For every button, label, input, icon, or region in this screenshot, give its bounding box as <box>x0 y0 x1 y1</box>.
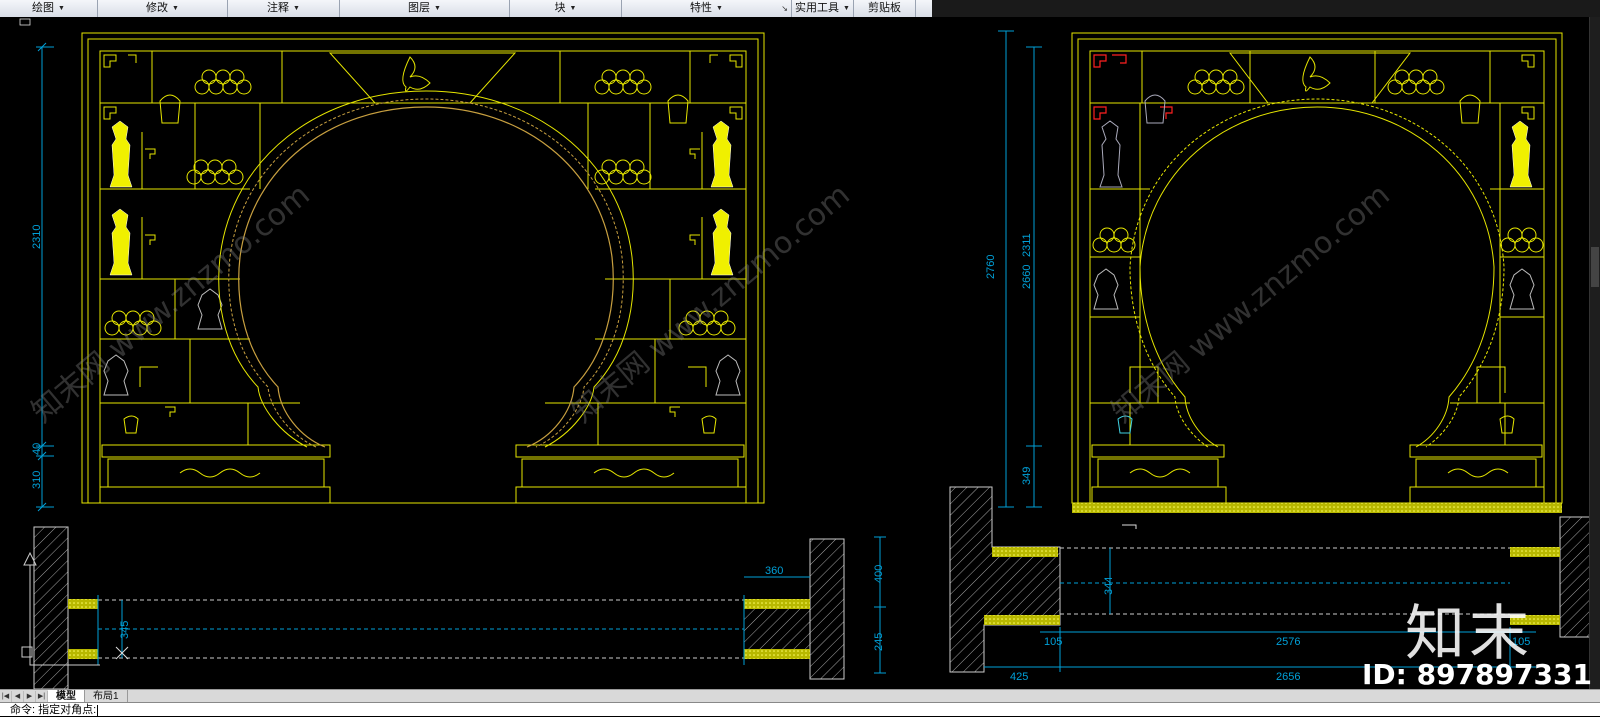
dim-label-344: 344 <box>1103 577 1115 595</box>
chevron-down-icon: ▼ <box>434 5 441 12</box>
dim-label-2760: 2760 <box>985 255 997 279</box>
tab-label: 修改 <box>146 2 169 14</box>
chevron-down-icon: ▼ <box>58 5 65 12</box>
tab-label: 注释 <box>267 2 290 14</box>
floor-fill-strip <box>1072 503 1562 513</box>
chevron-down-icon: ▼ <box>843 5 850 12</box>
viewport-marker <box>19 18 31 26</box>
dim-label-310: 310 <box>31 471 43 489</box>
vertical-scrollbar[interactable] <box>1589 17 1600 689</box>
command-line[interactable]: 命令: 指定对角点: <box>0 702 1600 716</box>
last-tab-icon[interactable]: ▶| <box>36 691 48 702</box>
ribbon-panel-strip: 绘图 ▼ 修改 ▼ 注释 ▼ 图层 ▼ 块 ▼ 特性 ▼ ↘ 实用工具 ▼ 剪贴板 <box>0 0 932 17</box>
dim-label-345: 345 <box>119 621 131 639</box>
tab-label: 特性 <box>690 2 713 14</box>
chevron-down-icon: ▼ <box>172 5 179 12</box>
small-marker <box>1122 524 1137 529</box>
first-tab-icon[interactable]: |◀ <box>0 691 12 702</box>
ribbon-tab-block[interactable]: 块 ▼ <box>510 0 622 17</box>
tab-label: 剪贴板 <box>868 2 901 14</box>
chevron-down-icon: ▼ <box>716 5 723 12</box>
ribbon-tab-utilities[interactable]: 实用工具 ▼ <box>792 0 854 17</box>
right-dimensions <box>998 30 1042 508</box>
dim-label-400: 400 <box>873 565 885 583</box>
cad-drawing[interactable]: 2310 40 310 2760 2660 2311 349 360 345 4… <box>0 17 1600 689</box>
text-cursor <box>97 704 99 716</box>
tab-label: 绘图 <box>32 2 55 14</box>
drawing-canvas[interactable]: 2310 40 310 2760 2660 2311 349 360 345 4… <box>0 17 1600 689</box>
chevron-down-icon: ▼ <box>293 5 300 12</box>
dim-label-2310: 2310 <box>31 225 43 249</box>
dim-label-40: 40 <box>31 443 43 455</box>
layout-tab-bar: |◀ ◀ ▶ ▶| 模型 布局1 <box>0 689 1600 703</box>
command-text: 命令: 指定对角点: <box>10 704 97 716</box>
scroll-thumb[interactable] <box>1591 247 1599 287</box>
prev-tab-icon[interactable]: ◀ <box>12 691 24 702</box>
dim-label-425: 425 <box>1010 671 1028 683</box>
ribbon-tab-properties[interactable]: 特性 ▼ ↘ <box>622 0 792 17</box>
tab-label: 图层 <box>408 2 431 14</box>
watermark-id: ID: 897897331 <box>1362 658 1592 691</box>
dim-label-360: 360 <box>765 565 783 577</box>
tab-label: 块 <box>554 2 566 14</box>
dim-label-2576: 2576 <box>1276 636 1300 648</box>
panel-launcher-icon[interactable]: ↘ <box>781 0 788 17</box>
dim-label-2660: 2660 <box>1021 265 1033 289</box>
left-dimensions <box>36 42 54 512</box>
left-plan <box>21 526 886 689</box>
ribbon-tab-modify[interactable]: 修改 ▼ <box>98 0 228 17</box>
moon-gate-arch-right <box>1129 98 1505 448</box>
ribbon-tab-annotate[interactable]: 注释 ▼ <box>228 0 340 17</box>
ribbon-bar: 绘图 ▼ 修改 ▼ 注释 ▼ 图层 ▼ 块 ▼ 特性 ▼ ↘ 实用工具 ▼ 剪贴板 <box>0 0 1600 17</box>
dim-label-349: 349 <box>1021 467 1033 485</box>
dim-label-105-left: 105 <box>1044 636 1062 648</box>
red-frets <box>1093 54 1173 120</box>
dim-label-245: 245 <box>873 633 885 651</box>
ribbon-empty-area <box>932 0 1600 17</box>
next-tab-icon[interactable]: ▶ <box>24 691 36 702</box>
dim-label-2311: 2311 <box>1021 233 1033 257</box>
ribbon-tab-draw[interactable]: 绘图 ▼ <box>0 0 98 17</box>
chevron-down-icon: ▼ <box>569 5 577 12</box>
ribbon-tab-clipboard[interactable]: 剪贴板 <box>854 0 916 17</box>
dim-label-2656: 2656 <box>1276 671 1300 683</box>
tab-label: 实用工具 <box>795 2 840 14</box>
ribbon-tab-layers[interactable]: 图层 ▼ <box>340 0 510 17</box>
